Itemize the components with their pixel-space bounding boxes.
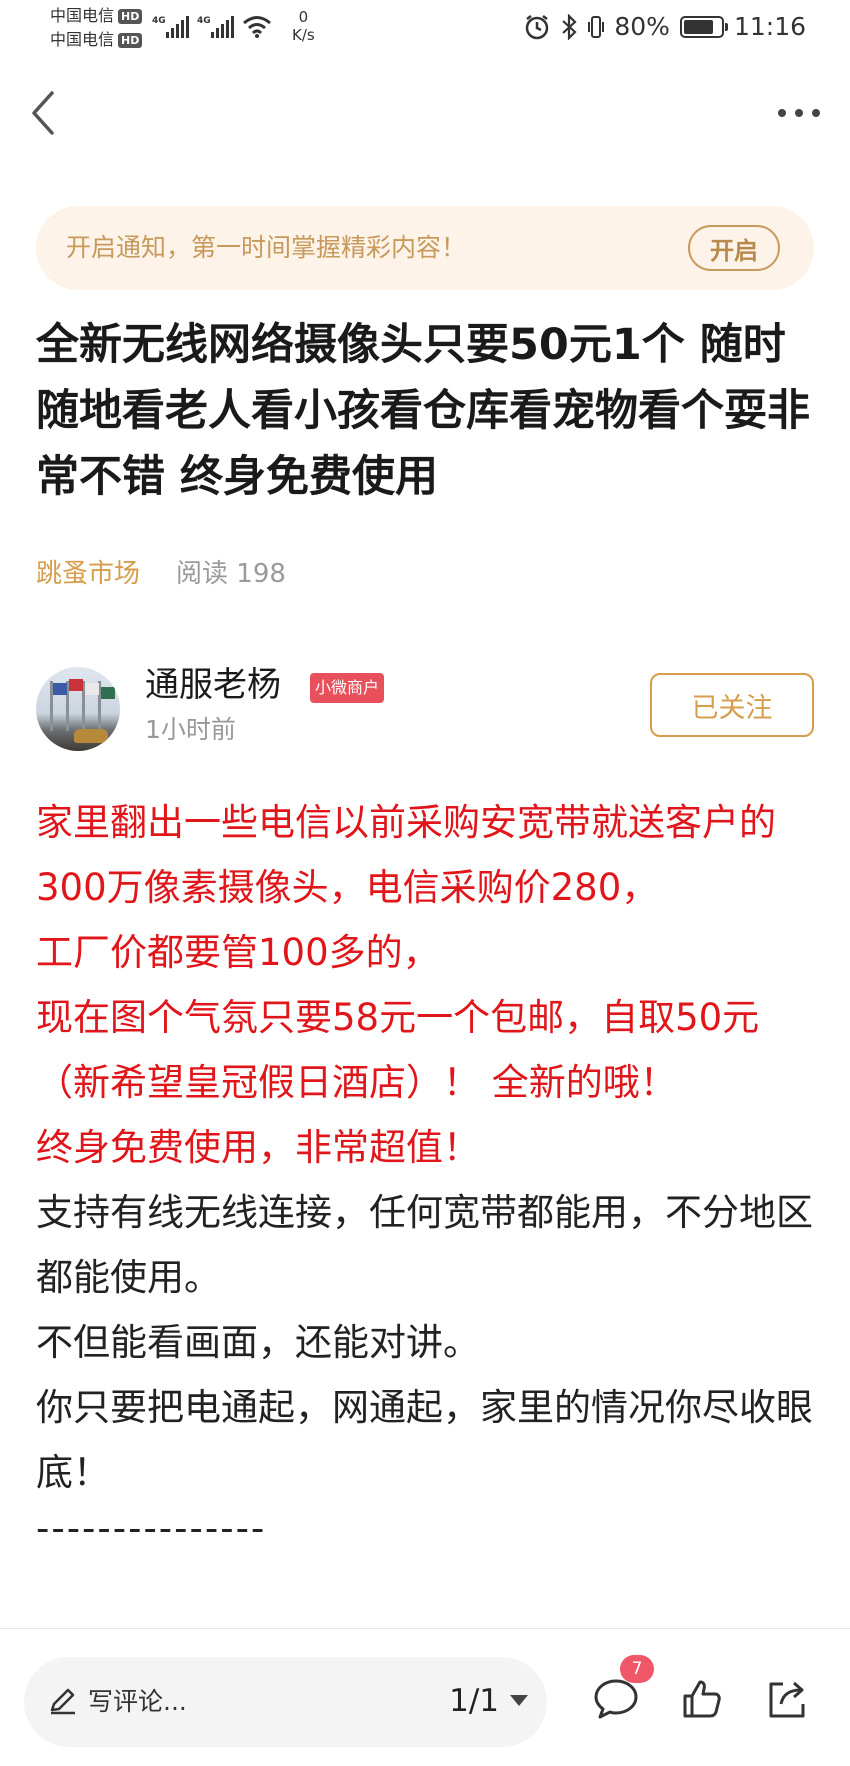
wifi-icon — [243, 16, 271, 38]
status-bar: 中国电信 HD 中国电信 HD 4G 4G 0 K/s 80% 11:16 — [0, 0, 850, 56]
battery-fill — [683, 19, 713, 34]
author-name[interactable]: 通服老杨 — [145, 664, 281, 706]
speed-unit: K/s — [292, 26, 315, 44]
avatar[interactable] — [36, 667, 120, 751]
comment-button[interactable]: 7 — [586, 1655, 654, 1729]
hd-badge-2: HD — [118, 32, 143, 48]
comment-placeholder: 写评论... — [88, 1687, 187, 1716]
hd-badge-1: HD — [118, 8, 143, 24]
back-button[interactable] — [18, 86, 68, 140]
body-paragraph: 终身免费使用，非常超值！ — [36, 1126, 480, 1169]
body-paragraph: 家里翻出一些电信以前采购安宽带就送客户的300万像素摄像头，电信采购价280， — [36, 801, 776, 909]
carrier-2: 中国电信 HD — [50, 30, 143, 50]
carrier-2-label: 中国电信 — [50, 30, 115, 49]
bluetooth-icon — [562, 13, 577, 40]
enable-notification-button[interactable]: 开启 — [688, 225, 780, 271]
read-count: 阅读 198 — [176, 559, 286, 589]
notification-banner: 开启通知，第一时间掌握精彩内容！ 开启 — [36, 206, 814, 290]
comment-input[interactable]: 写评论... 1/1 — [24, 1657, 547, 1747]
pen-icon — [50, 1688, 75, 1715]
like-button[interactable] — [672, 1669, 732, 1729]
body-paragraph: 不但能看画面，还能对讲。 — [36, 1321, 480, 1364]
text-divider: --------------- — [36, 1507, 267, 1550]
net-type-2: 4G — [197, 16, 211, 26]
share-icon — [769, 1681, 805, 1718]
alarm-icon — [526, 14, 549, 39]
vibrate-icon — [588, 15, 605, 38]
network-speed: 0 K/s — [292, 8, 315, 44]
follow-button[interactable]: 已关注 — [650, 673, 814, 737]
more-button[interactable] — [774, 86, 824, 140]
bottom-action-bar: 写评论... 1/1 7 — [0, 1628, 850, 1766]
net-type-1: 4G — [152, 16, 166, 26]
battery-percent: 80% — [614, 12, 670, 41]
notification-text: 开启通知，第一时间掌握精彩内容！ — [66, 233, 467, 262]
clock: 11:16 — [733, 12, 806, 41]
article-title: 全新无线网络摄像头只要50元1个 随时随地看老人看小孩看仓库看宠物看个耍非常不错… — [36, 320, 810, 502]
carrier-1-label: 中国电信 — [50, 6, 115, 25]
body-paragraph: 支持有线无线连接，任何宽带都能用，不分地区都能使用。 — [36, 1191, 813, 1299]
dropdown-triangle-icon — [510, 1695, 528, 1706]
comment-count-badge: 7 — [620, 1655, 654, 1683]
carrier-1: 中国电信 HD — [50, 6, 143, 26]
merchant-badge: 小微商户 — [310, 673, 385, 703]
network-icons: 4G 4G — [152, 14, 272, 38]
back-arrow-icon — [32, 91, 54, 135]
speed-value: 0 — [298, 8, 309, 26]
share-button[interactable] — [756, 1669, 816, 1729]
article-body: 家里翻出一些电信以前采购安宽带就送客户的300万像素摄像头，电信采购价280， … — [36, 790, 826, 1553]
status-right: 80% 11:16 — [524, 12, 806, 41]
article-meta: 跳蚤市场 阅读 198 — [36, 556, 286, 592]
body-paragraph: 工厂价都要管100多的， — [36, 931, 440, 974]
post-time: 1小时前 — [145, 715, 236, 744]
battery-icon — [679, 15, 728, 38]
like-thumb-icon — [683, 1680, 721, 1718]
body-paragraph: 你只要把电通起，网通起，家里的情况你尽收眼底！ — [36, 1386, 813, 1494]
signal-icon: 4G — [152, 16, 189, 38]
page-number: 1/1 — [449, 1683, 499, 1719]
body-paragraph: 现在图个气氛只要58元一个包邮，自取50元（新希望皇冠假日酒店）！ 全新的哦！ — [36, 996, 760, 1104]
more-dots-icon — [778, 109, 820, 117]
signal-icon: 4G — [197, 16, 234, 38]
top-nav — [0, 80, 850, 144]
page-indicator[interactable]: 1/1 — [449, 1679, 529, 1723]
comment-icon — [594, 1679, 638, 1719]
category-link[interactable]: 跳蚤市场 — [36, 556, 140, 592]
